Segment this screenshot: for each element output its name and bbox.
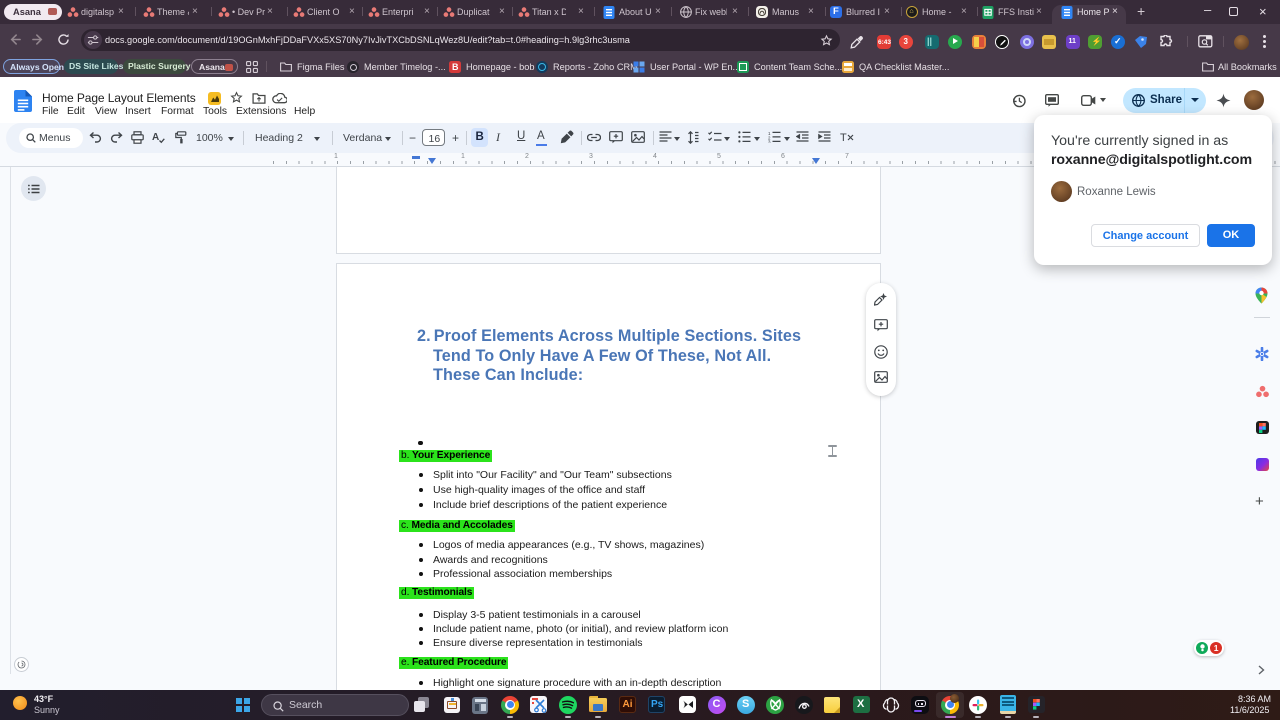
svg-text:3: 3 [768,140,771,144]
svg-text:T: T [840,132,847,144]
svg-text:A: A [152,132,159,143]
